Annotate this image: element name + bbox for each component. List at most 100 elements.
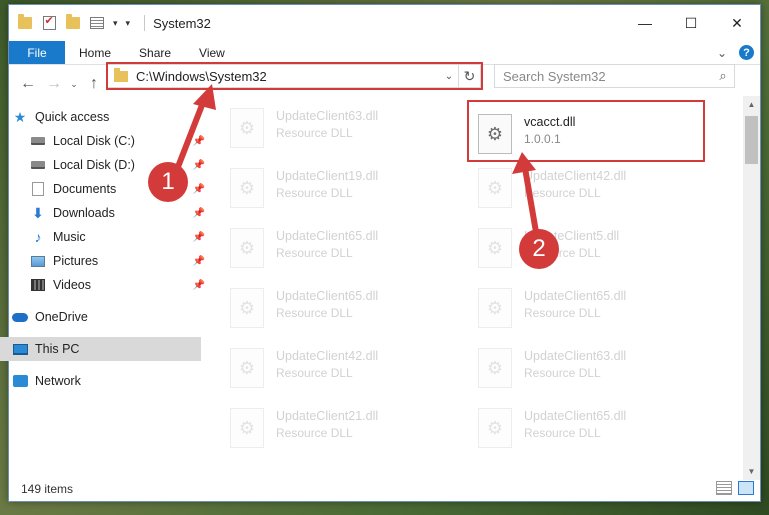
minimize-button[interactable]: — xyxy=(622,5,668,41)
pin-icon[interactable]: 📌 xyxy=(193,256,205,267)
file-name: UpdateClient42.dll xyxy=(276,349,379,363)
tab-home[interactable]: Home xyxy=(65,41,125,64)
up-button[interactable]: ↑ xyxy=(81,75,107,93)
dll-file-icon: ⚙ xyxy=(230,228,264,268)
file-type: Resource DLL xyxy=(524,366,601,380)
file-name: UpdateClient42.dll xyxy=(524,169,627,183)
dll-file-icon: ⚙ xyxy=(230,168,264,208)
disk-icon xyxy=(30,134,46,148)
scroll-up-icon[interactable]: ▲ xyxy=(743,96,760,113)
documents-icon xyxy=(30,182,46,196)
file-item[interactable]: ⚙ UpdateClient19.dll Resource DLL xyxy=(216,156,456,216)
file-name: UpdateClient63.dll xyxy=(276,109,379,123)
properties-check-icon[interactable] xyxy=(41,14,57,31)
new-folder-icon[interactable] xyxy=(65,14,81,31)
pin-icon[interactable]: 📌 xyxy=(193,280,205,291)
sidebar-item-downloads[interactable]: ⬇ Downloads 📌 xyxy=(12,201,207,225)
pin-icon[interactable]: 📌 xyxy=(193,232,205,243)
large-icons-view-icon[interactable] xyxy=(738,481,754,495)
sidebar-item-this-pc[interactable]: This PC xyxy=(0,337,201,361)
network-icon xyxy=(12,374,28,388)
pin-icon[interactable]: 📌 xyxy=(193,160,205,171)
address-path[interactable]: C:\Windows\System32 xyxy=(136,69,440,84)
recent-locations-icon[interactable]: ⌄ xyxy=(67,79,81,90)
sidebar-item-label: Music xyxy=(53,230,86,244)
search-box[interactable]: Search System32 ⌕ xyxy=(494,64,735,88)
tab-share[interactable]: Share xyxy=(125,41,185,64)
dll-file-icon: ⚙ xyxy=(230,408,264,448)
onedrive-icon xyxy=(12,310,28,324)
file-name: UpdateClient65.dll xyxy=(276,289,379,303)
sidebar-item-onedrive[interactable]: OneDrive xyxy=(12,305,207,329)
tab-file[interactable]: File xyxy=(9,41,65,64)
file-name: vcacct.dll xyxy=(524,115,576,129)
window-title: System32 xyxy=(153,15,211,31)
forward-button[interactable]: → xyxy=(41,75,67,93)
sidebar-item-label: Local Disk (D:) xyxy=(53,158,135,172)
vertical-scrollbar[interactable]: ▲ ▼ xyxy=(743,96,760,480)
details-view-icon[interactable] xyxy=(716,481,732,495)
file-type: Resource DLL xyxy=(276,246,353,260)
file-item-vcacct[interactable]: ⚙ vcacct.dll 1.0.0.1 xyxy=(464,102,704,162)
search-input[interactable]: Search System32 xyxy=(503,69,712,84)
pin-icon[interactable]: 📌 xyxy=(193,208,205,219)
file-item[interactable]: ⚙ UpdateClient63.dll Resource DLL xyxy=(216,96,456,156)
dll-file-icon: ⚙ xyxy=(478,288,512,328)
chevron-down-icon[interactable]: ▾ xyxy=(113,18,118,29)
folder-icon xyxy=(17,14,33,31)
pin-icon[interactable]: 📌 xyxy=(193,136,205,147)
address-dropdown-icon[interactable]: ⌄ xyxy=(440,71,458,82)
music-icon: ♪ xyxy=(34,229,42,245)
maximize-button[interactable]: ☐ xyxy=(668,5,714,41)
search-icon[interactable]: ⌕ xyxy=(712,68,734,84)
file-item[interactable]: ⚙ UpdateClient65.dll Resource DLL xyxy=(216,276,456,336)
folder-icon xyxy=(114,67,128,82)
expand-ribbon-icon[interactable]: ⌄ xyxy=(717,46,727,60)
address-bar[interactable]: C:\Windows\System32 ⌄ ↻ xyxy=(107,64,481,88)
sidebar-item-videos[interactable]: Videos 📌 xyxy=(12,273,207,297)
properties-icon[interactable] xyxy=(89,15,105,31)
file-item[interactable]: ⚙ UpdateClient65.dll Resource DLL xyxy=(464,396,704,456)
dll-file-icon: ⚙ xyxy=(478,168,512,208)
sidebar-item-label: Quick access xyxy=(35,110,110,124)
file-item[interactable]: ⚙ UpdateClient42.dll Resource DLL xyxy=(464,156,704,216)
pin-icon[interactable]: 📌 xyxy=(193,184,205,195)
sidebar-item-network[interactable]: Network xyxy=(12,369,207,393)
customize-toolbar-icon[interactable]: ▾ xyxy=(126,18,131,29)
ribbon-right-controls: ⌄ ? xyxy=(717,45,754,60)
file-item[interactable]: ⚙ UpdateClient5.dll Resource DLL xyxy=(464,216,704,276)
file-item[interactable]: ⚙ UpdateClient65.dll Resource DLL xyxy=(216,216,456,276)
sidebar-item-music[interactable]: ♪ Music 📌 xyxy=(12,225,207,249)
navigation-pane: ★ Quick access Local Disk (C:) 📌 Local D… xyxy=(0,100,207,476)
file-list: ⚙ UpdateClient63.dll Resource DLL ⚙ Updat… xyxy=(206,96,726,476)
file-type: Resource DLL xyxy=(524,306,601,320)
sidebar-item-quick-access[interactable]: ★ Quick access xyxy=(12,105,207,129)
refresh-button[interactable]: ↻ xyxy=(458,65,480,87)
close-button[interactable]: ✕ xyxy=(714,5,760,41)
window-controls: — ☐ ✕ xyxy=(622,5,760,41)
sidebar-item-pictures[interactable]: Pictures 📌 xyxy=(12,249,207,273)
sidebar-item-label: This PC xyxy=(35,342,80,356)
tab-view[interactable]: View xyxy=(185,41,239,64)
help-icon[interactable]: ? xyxy=(739,45,754,60)
dll-file-icon: ⚙ xyxy=(230,108,264,148)
file-item[interactable]: ⚙ UpdateClient63.dll Resource DLL xyxy=(464,336,704,396)
file-name: UpdateClient65.dll xyxy=(524,289,627,303)
videos-icon xyxy=(30,278,46,292)
file-item[interactable]: ⚙ UpdateClient21.dll Resource DLL xyxy=(216,396,456,456)
file-name: UpdateClient63.dll xyxy=(524,349,627,363)
star-icon: ★ xyxy=(13,108,27,125)
scrollbar-thumb[interactable] xyxy=(745,116,758,164)
annotation-step-1: 1 xyxy=(148,162,188,202)
annotation-step-2: 2 xyxy=(519,229,559,269)
sidebar-item-local-disk-c[interactable]: Local Disk (C:) 📌 xyxy=(12,129,207,153)
view-toggle xyxy=(716,481,754,495)
file-type: Resource DLL xyxy=(524,426,601,440)
dll-file-icon: ⚙ xyxy=(478,114,512,154)
sidebar-item-label: Documents xyxy=(53,182,117,196)
file-item[interactable]: ⚙ UpdateClient42.dll Resource DLL xyxy=(216,336,456,396)
back-button[interactable]: ← xyxy=(15,75,41,93)
dll-file-icon: ⚙ xyxy=(230,288,264,328)
this-pc-icon xyxy=(12,342,28,356)
file-item[interactable]: ⚙ UpdateClient65.dll Resource DLL xyxy=(464,276,704,336)
